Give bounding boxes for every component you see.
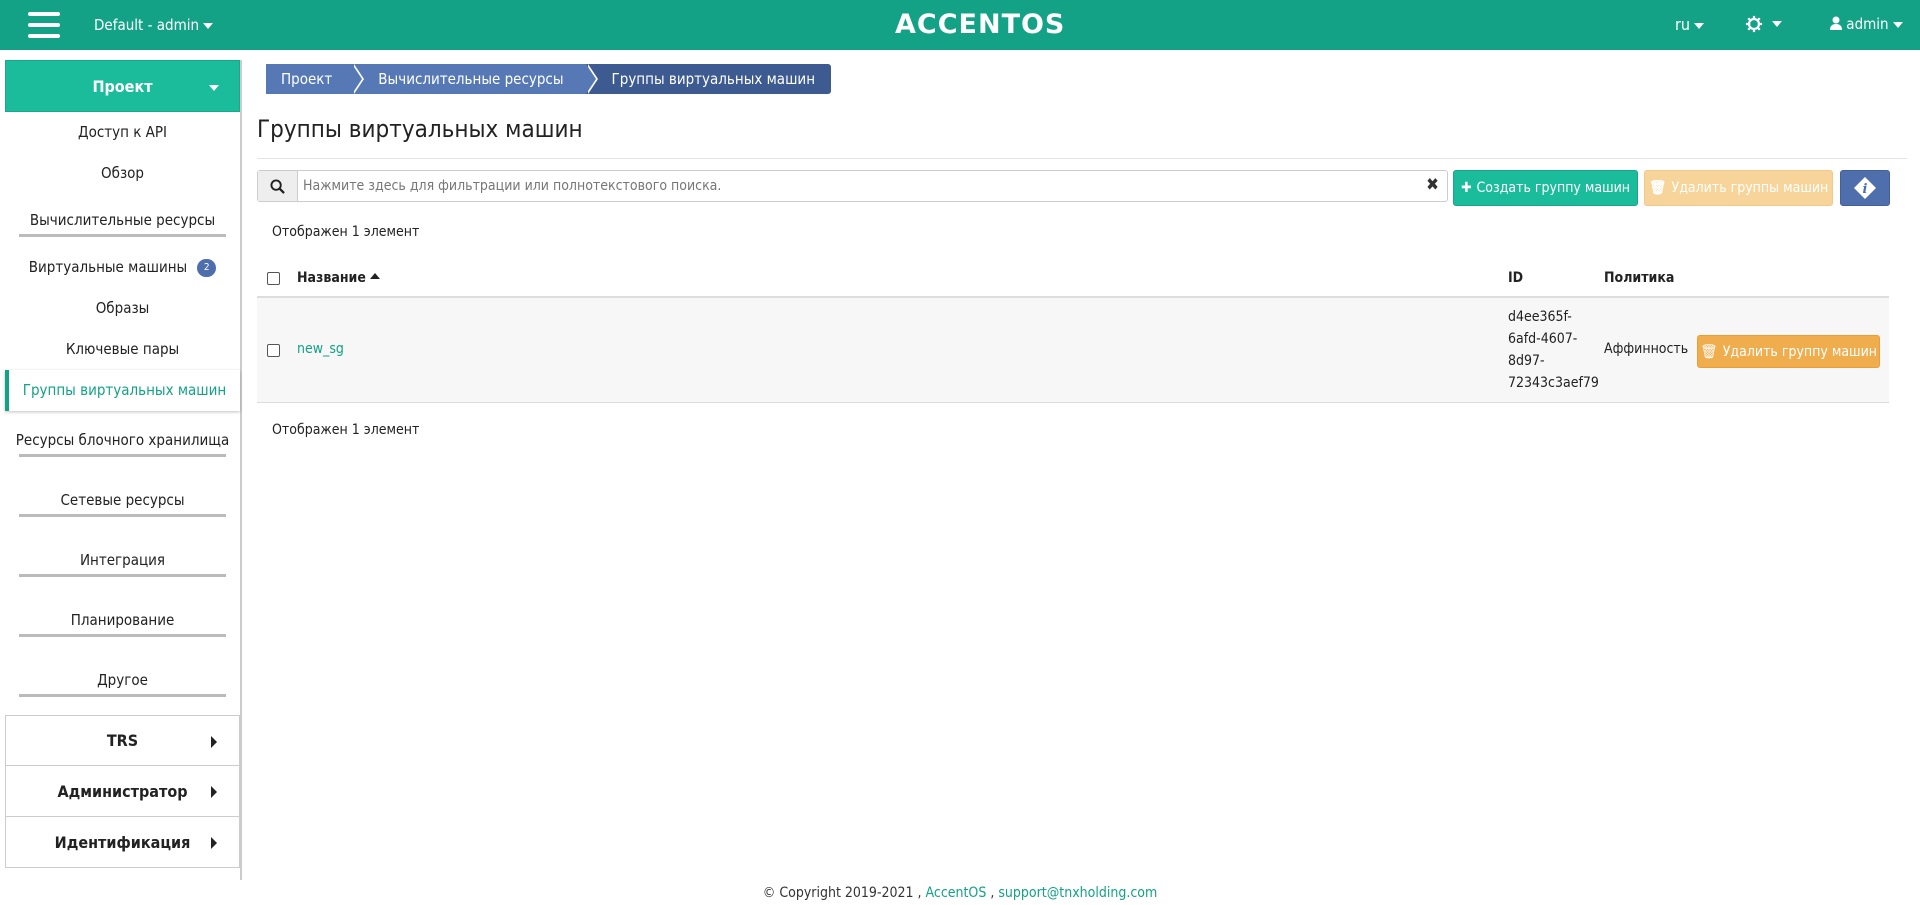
sidebar-item-overview[interactable]: Обзор bbox=[5, 153, 240, 194]
caret-down-icon bbox=[209, 85, 219, 91]
plus-icon: ✚ bbox=[1460, 180, 1472, 196]
gear-icon bbox=[1745, 15, 1763, 33]
table-header: Название ID Политика bbox=[257, 262, 1889, 298]
footer-support-email-link[interactable]: support@tnxholding.com bbox=[998, 885, 1157, 901]
caret-down-icon bbox=[1892, 21, 1903, 28]
delete-server-group-button[interactable]: 🗑 Удалить группу машин bbox=[1697, 335, 1880, 368]
footer: © Copyright 2019-2021 , AccentOS , suppo… bbox=[762, 885, 1158, 901]
page-title: Группы виртуальных машин bbox=[257, 115, 583, 143]
select-all-checkbox[interactable] bbox=[267, 272, 280, 285]
server-group-policy: Аффинность bbox=[1604, 341, 1689, 357]
breadcrumb-compute[interactable]: Вычислительные ресурсы bbox=[352, 64, 598, 94]
sidebar-section-identity[interactable]: Идентификация bbox=[5, 817, 240, 868]
settings-menu[interactable] bbox=[1745, 13, 1783, 34]
server-group-id: d4ee365f- 6afd-4607- 8d97- 72343c3aef79 bbox=[1508, 309, 1599, 391]
row-checkbox[interactable] bbox=[267, 344, 280, 357]
column-header-policy: Политика bbox=[1604, 270, 1675, 286]
sidebar-project-header[interactable]: Проект bbox=[5, 60, 240, 112]
sidebar-item-server-groups[interactable]: Группы виртуальных машин bbox=[5, 370, 240, 411]
sidebar-item-key-pairs[interactable]: Ключевые пары bbox=[5, 329, 240, 370]
sidebar-item-instances[interactable]: Виртуальные машины 2 bbox=[5, 247, 240, 288]
server-group-name-link[interactable]: new_sg bbox=[297, 341, 344, 357]
sidebar-group-compute[interactable]: Вычислительные ресурсы bbox=[5, 200, 240, 241]
column-header-name[interactable]: Название bbox=[297, 270, 380, 286]
sort-ascending-icon bbox=[369, 273, 380, 279]
user-menu[interactable]: admin bbox=[1830, 15, 1903, 33]
caret-down-icon bbox=[203, 22, 214, 29]
breadcrumb: Проект Вычислительные ресурсы Группы вир… bbox=[266, 64, 832, 94]
top-navbar: Default - admin ACCENTOS ru admin bbox=[0, 0, 1920, 50]
sidebar-item-api-access[interactable]: Доступ к API bbox=[5, 112, 240, 153]
caret-right-icon bbox=[211, 786, 217, 798]
title-divider bbox=[257, 158, 1907, 159]
svg-text:i: i bbox=[1863, 182, 1868, 197]
instances-count-badge: 2 bbox=[197, 258, 217, 277]
clear-search-icon[interactable]: ✖ bbox=[1426, 175, 1439, 195]
breadcrumb-server-groups: Группы виртуальных машин bbox=[585, 64, 832, 94]
column-header-id: ID bbox=[1508, 270, 1524, 286]
info-icon: i bbox=[1854, 177, 1876, 199]
menu-toggle-icon[interactable] bbox=[28, 12, 60, 38]
search-icon bbox=[270, 178, 285, 194]
search-box: ✖ bbox=[257, 170, 1448, 202]
sidebar-group-scheduling[interactable]: Планирование bbox=[5, 600, 240, 641]
search-input[interactable] bbox=[303, 171, 1403, 201]
table-row: new_sg d4ee365f- 6afd-4607- 8d97- 72343c… bbox=[257, 298, 1889, 403]
caret-right-icon bbox=[211, 837, 217, 849]
sidebar-section-admin[interactable]: Администратор bbox=[5, 766, 240, 817]
items-count-top: Отображен 1 элемент bbox=[272, 224, 420, 240]
sidebar-group-other[interactable]: Другое bbox=[5, 660, 240, 701]
trash-icon: 🗑 bbox=[1699, 343, 1718, 360]
caret-down-icon bbox=[1694, 22, 1705, 29]
sidebar-group-network[interactable]: Сетевые ресурсы bbox=[5, 480, 240, 521]
delete-server-groups-button[interactable]: 🗑 Удалить группы машин bbox=[1644, 170, 1833, 206]
caret-down-icon bbox=[1772, 21, 1783, 27]
footer-brand-link[interactable]: AccentOS bbox=[926, 885, 987, 901]
create-server-group-button[interactable]: ✚ Создать группу машин bbox=[1453, 170, 1638, 206]
trash-icon: 🗑 bbox=[1648, 180, 1667, 196]
sidebar-group-volumes[interactable]: Ресурсы блочного хранилища bbox=[5, 420, 240, 461]
breadcrumb-project[interactable]: Проект bbox=[266, 64, 365, 94]
sidebar-item-images[interactable]: Образы bbox=[5, 288, 240, 329]
caret-right-icon bbox=[211, 736, 217, 748]
sidebar-section-trs[interactable]: TRS bbox=[5, 715, 240, 766]
user-icon bbox=[1830, 16, 1842, 30]
search-button[interactable] bbox=[258, 171, 298, 201]
sidebar: Проект Доступ к API Обзор Вычислительные… bbox=[5, 60, 242, 880]
sidebar-group-integration[interactable]: Интеграция bbox=[5, 540, 240, 581]
language-selector[interactable]: ru bbox=[1675, 15, 1705, 34]
project-selector[interactable]: Default - admin bbox=[94, 16, 214, 34]
info-button[interactable]: i bbox=[1840, 170, 1890, 206]
items-count-bottom: Отображен 1 элемент bbox=[272, 422, 420, 438]
logo: ACCENTOS bbox=[895, 9, 1066, 40]
